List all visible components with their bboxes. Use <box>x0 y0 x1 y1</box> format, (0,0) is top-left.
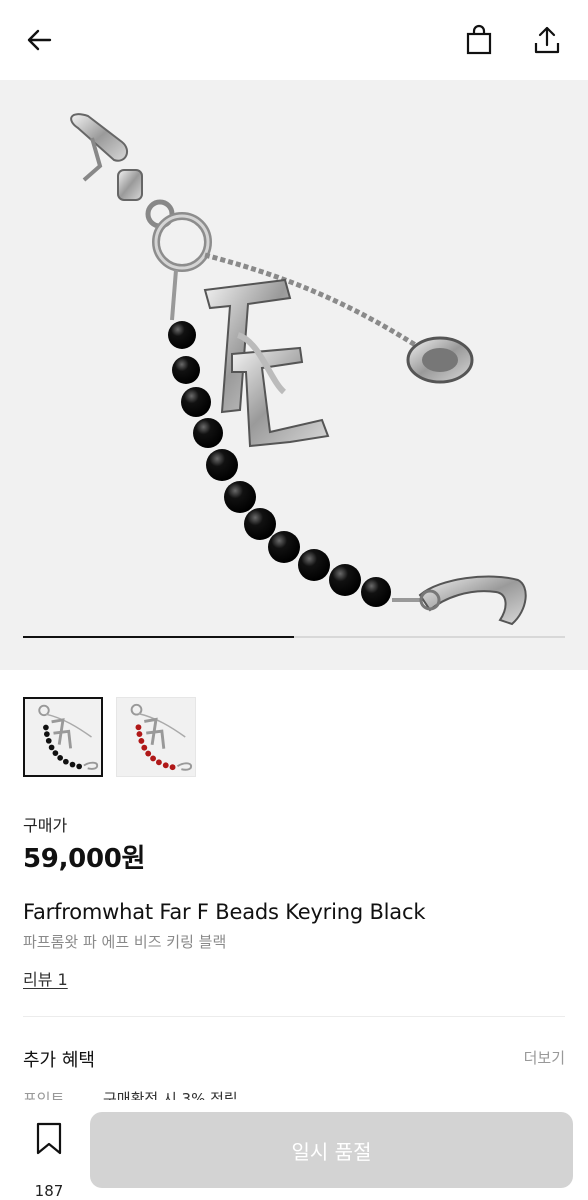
review-link[interactable]: 리뷰 1 <box>23 966 68 990</box>
soldout-button[interactable]: 일시 품절 <box>90 1112 573 1188</box>
point-label: 포인트 <box>23 1090 65 1100</box>
price-value: 59,000원 <box>23 844 146 874</box>
product-name-korean: 파프롬왓 파 에프 비즈 키링 블랙 <box>23 933 227 951</box>
back-button[interactable] <box>19 20 59 60</box>
thumbnail-black[interactable] <box>23 697 103 777</box>
top-navigation-bar <box>0 0 588 80</box>
point-description: 구매확정 시 3% 적립 <box>103 1090 238 1100</box>
wishlist-button[interactable]: 187 <box>23 1120 75 1200</box>
product-image-keyring <box>70 113 527 626</box>
shopping-bag-button[interactable] <box>459 20 499 60</box>
bottom-action-bar: 187 일시 품절 <box>0 1100 588 1200</box>
arrow-left-icon <box>27 29 52 51</box>
shopping-bag-icon <box>466 24 492 55</box>
wishlist-count: 187 <box>34 1182 64 1200</box>
thumbnail-red[interactable] <box>116 697 196 777</box>
product-name-english: Farfromwhat Far F Beads Keyring Black <box>23 900 426 924</box>
benefits-more-link[interactable]: 더보기 <box>524 1047 565 1068</box>
thumbnail-image-red <box>130 703 193 771</box>
point-benefit-row: 포인트 구매확정 시 3% 적립 <box>23 1088 565 1100</box>
benefits-title: 추가 혜택 <box>23 1050 95 1071</box>
thumbnail-image-black <box>38 704 99 770</box>
bookmark-icon <box>36 1122 62 1155</box>
price-label: 구매가 <box>23 816 68 835</box>
section-divider <box>23 1016 565 1017</box>
gallery-progress-fill <box>23 636 294 638</box>
gallery-progress-track <box>23 636 565 638</box>
product-image-gallery[interactable] <box>0 80 588 670</box>
share-upload-icon <box>534 26 560 54</box>
thumbnail-strip <box>23 697 196 777</box>
share-button[interactable] <box>527 20 567 60</box>
